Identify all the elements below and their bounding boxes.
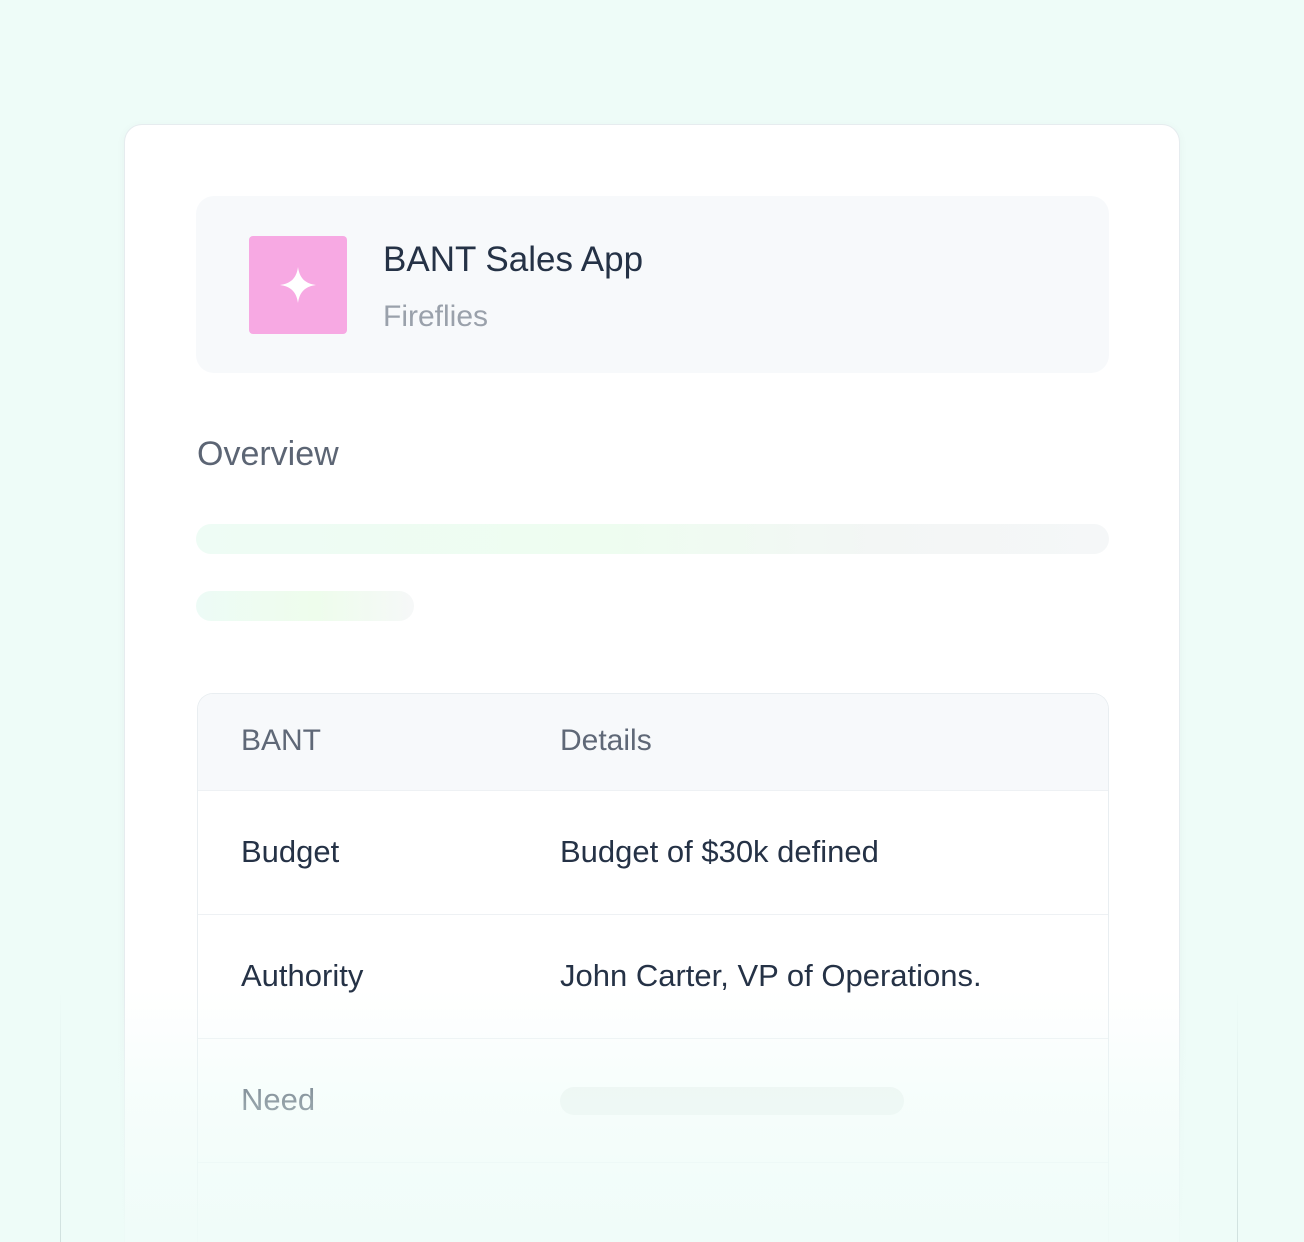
table-row[interactable]: Budget Budget of $30k defined [198,790,1108,914]
header-details: Details [560,724,652,757]
row-label: Need [241,1082,316,1117]
table-row[interactable]: Need [198,1038,1108,1162]
app-header: BANT Sales App Fireflies [196,196,1109,373]
overview-loading-line [196,524,1109,554]
table-header: BANT Details [198,694,1108,790]
app-icon [249,236,347,334]
bant-table: BANT Details Budget Budget of $30k defin… [197,693,1109,1242]
sparkle-icon [280,267,316,303]
app-title: BANT Sales App [383,240,644,279]
table-row-empty [198,1162,1108,1242]
row-label: Budget [241,834,340,869]
overview-loading-line-short [196,591,414,621]
frame-line-right [1237,990,1238,1242]
overview-title: Overview [197,435,339,473]
stage: BANT Sales App Fireflies Overview BANT D… [0,0,1304,1242]
app-subtitle: Fireflies [383,300,489,333]
table-row[interactable]: Authority John Carter, VP of Operations. [198,914,1108,1038]
frame-line-left [60,990,61,1242]
row-detail-loading [560,1087,904,1115]
header-bant: BANT [241,724,322,757]
bant-card: BANT Sales App Fireflies Overview BANT D… [124,124,1180,1242]
row-detail: Budget of $30k defined [560,834,879,869]
row-detail: John Carter, VP of Operations. [560,958,982,993]
row-label: Authority [241,958,364,993]
